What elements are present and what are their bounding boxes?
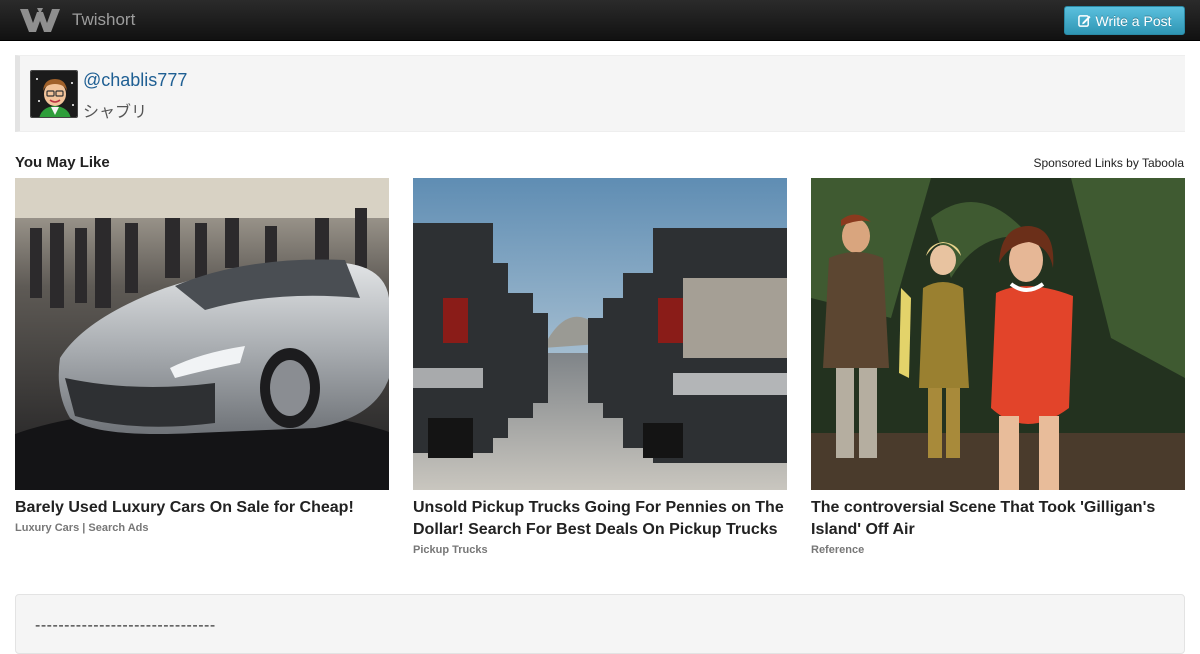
recommendation-card-luxury-cars[interactable]: Barely Used Luxury Cars On Sale for Chea… (15, 178, 389, 534)
you-may-like-heading: You May Like (15, 154, 110, 171)
recommendation-source: Reference (811, 544, 865, 556)
avatar-image (31, 71, 77, 117)
brand-name: Twishort (72, 10, 136, 29)
post-content-box: ------------------------------- (15, 594, 1185, 654)
gilligans-island-thumbnail[interactable] (811, 178, 1185, 490)
recommendation-card-pickup-trucks[interactable]: Unsold Pickup Trucks Going For Pennies o… (413, 178, 787, 556)
recommendation-source: Luxury Cars | Search Ads (15, 522, 149, 534)
edit-icon (1077, 15, 1091, 27)
recommendation-title[interactable]: The controversial Scene That Took 'Gilli… (811, 497, 1185, 541)
recommendation-source: Pickup Trucks (413, 544, 488, 556)
post-text: ------------------------------- (35, 617, 216, 634)
luxury-car-thumbnail[interactable] (15, 178, 389, 490)
recommendation-title[interactable]: Unsold Pickup Trucks Going For Pennies o… (413, 497, 787, 541)
author-handle-link[interactable]: @chablis777 (83, 70, 187, 91)
brand-link[interactable]: Twishort (18, 5, 135, 35)
avatar[interactable] (30, 70, 78, 118)
pickup-trucks-thumbnail[interactable] (413, 178, 787, 490)
author-card: @chablis777 シャブリ (15, 55, 1185, 132)
author-display-name: シャブリ (83, 104, 148, 121)
write-post-label: Write a Post (1095, 12, 1172, 29)
top-navbar: Twishort Write a Post (0, 0, 1200, 41)
recommendation-title[interactable]: Barely Used Luxury Cars On Sale for Chea… (15, 497, 389, 519)
twishort-logo-icon (20, 8, 60, 32)
recommendation-card-gilligans-island[interactable]: The controversial Scene That Took 'Gilli… (811, 178, 1185, 556)
write-post-button[interactable]: Write a Post (1064, 6, 1185, 35)
sponsored-links-taboola[interactable]: Sponsored Links by Taboola (1033, 156, 1184, 170)
